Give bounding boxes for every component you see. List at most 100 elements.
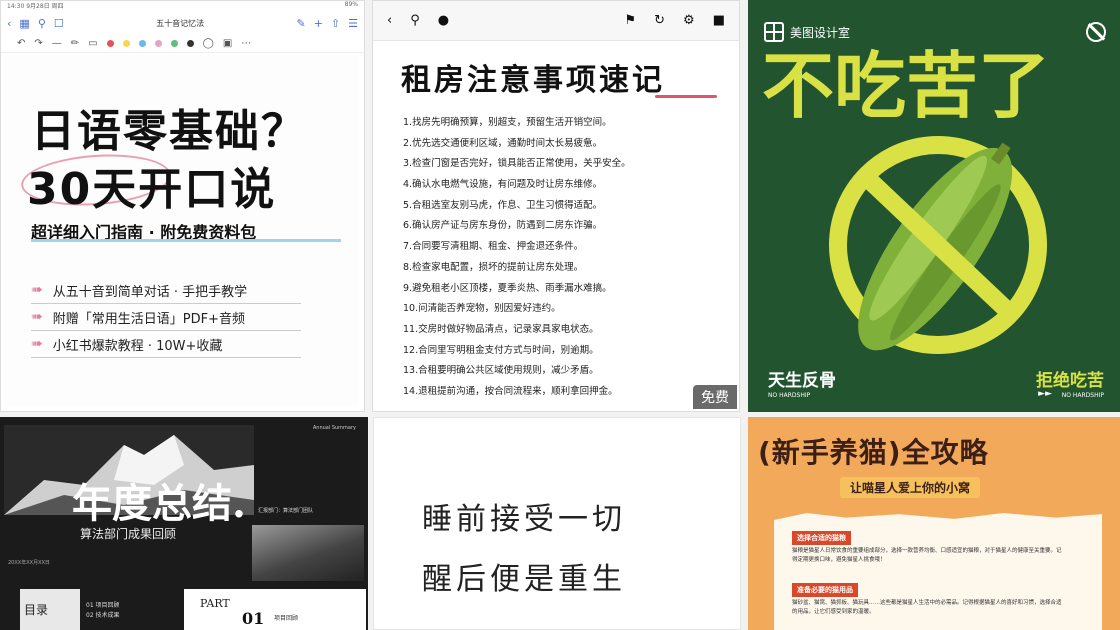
share-icon[interactable]: ⇧ <box>331 17 340 30</box>
jp-title-line2: 30天开口说 <box>27 164 277 215</box>
more-icon[interactable]: ⋯ <box>241 38 251 49</box>
note-app-toolbar: ‹ ▦ ⚲ ☐ 五十音记忆法 ✎ + ⇧ ☰ <box>1 11 364 35</box>
arrow-icon: ➠ <box>31 309 43 325</box>
cat-subtitle-badge: 让喵星人爱上你的小窝 <box>840 477 981 498</box>
road-photo <box>252 525 364 581</box>
section-body: 猫粮是猫星人日常饮食的重要组成部分，选择一款营养均衡、口感适宜的猫粮，对于猫星人… <box>792 548 1062 563</box>
annual-subtitle: 算法部门成果回顾 <box>80 527 177 541</box>
list-item: 4.确认水电燃气设施，有问题及时让房东维修。 <box>403 179 603 191</box>
note-card-rental[interactable]: ‹ ⚲ ● ⚑ ↻ ⚙ ■ 租房注意事项速记 1.找房先明确预算，别超支，预留生… <box>372 0 740 412</box>
status-battery: 89% <box>344 1 358 8</box>
doc-title: 五十音记忆法 <box>156 18 205 28</box>
eraser-icon[interactable]: ▭ <box>88 38 97 49</box>
bell-icon[interactable]: ● <box>438 13 449 28</box>
status-time: 14:30 9月28日 周四 <box>7 3 64 10</box>
color-red[interactable] <box>106 40 114 47</box>
list-item: 10.问清能否养宠物，别因爱好违约。 <box>403 303 561 315</box>
list-item: 12.合同里写明租金支付方式与时间，别逾期。 <box>403 344 599 356</box>
list-item: 7.合同要写清租期、租金、押金退还条件。 <box>403 241 584 253</box>
menu-icon[interactable]: ☰ <box>348 17 358 30</box>
grid-icon[interactable]: ▦ <box>19 17 29 30</box>
settings-icon[interactable]: ⚙ <box>683 13 695 28</box>
list-item: ➠ 小红书爆款教程 · 10W+收藏 <box>31 331 301 358</box>
annual-tag: Annual Summary <box>312 425 356 431</box>
list-item: 2.优先选交通便利区域，通勤时间太长易疲惫。 <box>403 137 603 149</box>
rental-title: 租房注意事项速记 <box>401 63 665 98</box>
department-text: 汇报部门：算法部门团队 <box>258 508 314 514</box>
note-grid: 14:30 9月28日 周四 89% ‹ ▦ ⚲ ☐ 五十音记忆法 ✎ + ⇧ … <box>0 0 1120 630</box>
brand-logo: 美图设计室 <box>764 22 850 42</box>
section-tag: 准备必要的猫用品 <box>792 583 858 597</box>
brand-grid-icon <box>764 22 784 42</box>
jp-title-line1: 日语零基础？ <box>31 106 307 157</box>
subtitle-underline <box>31 239 341 242</box>
back-icon[interactable]: ‹ <box>387 13 392 28</box>
line-tool-icon[interactable]: — <box>52 38 62 49</box>
toc-label: 目录 <box>24 603 49 617</box>
drawing-toolbar: ↶ ↷ — ✏ ▭ ◯ ▣ ⋯ <box>1 35 364 53</box>
ban-icon <box>1086 22 1106 42</box>
note-card-poster[interactable]: 美图设计室 不吃苦了 天生反骨 拒绝吃苦 NO HARDSHIP ►► NO H… <box>748 0 1120 412</box>
bitter-melon-ban-illustration <box>829 136 1047 354</box>
list-item: 1.找房先明确预算，别超支，预留生活开销空间。 <box>403 117 612 128</box>
free-badge: 免费 <box>693 385 737 409</box>
arrow-icon: ➠ <box>31 282 43 298</box>
annual-title: 年度总结. <box>72 480 246 527</box>
lock-icon[interactable]: ■ <box>713 13 725 28</box>
title-underline <box>655 95 717 98</box>
lasso-icon[interactable]: ◯ <box>203 38 214 49</box>
list-item: 5.合租选室友别马虎，作息、卫生习惯得适配。 <box>403 199 603 211</box>
fast-forward-icon: ►► <box>1038 389 1052 399</box>
list-item: 6.确认房产证与房东身份，防遇到二房东诈骗。 <box>403 220 603 232</box>
list-item: 3.检查门窗是否完好，锁具能否正常使用，关乎安全。 <box>403 158 631 170</box>
poster-title: 不吃苦了 <box>762 44 1051 128</box>
jp-item-list: ➠ 从五十音到简单对话 · 手把手教学 ➠ 附赠「常用生活日语」PDF+音频 ➠ 小红… <box>31 277 301 358</box>
undo-icon[interactable]: ↶ <box>17 38 25 49</box>
note-page: 日语零基础？ 30天开口说 超详细入门指南 · 附免费资料包 ➠ 从五十音到简单对… <box>7 55 359 407</box>
refresh-icon[interactable]: ↻ <box>654 13 665 28</box>
list-item: 9.避免租老小区顶楼，夏季炎热、雨季漏水难搞。 <box>403 282 612 294</box>
color-blue[interactable] <box>138 40 146 47</box>
redo-icon[interactable]: ↷ <box>34 38 42 49</box>
plus-icon[interactable]: + <box>314 17 323 30</box>
arrow-icon: ➠ <box>31 336 43 352</box>
flag-icon[interactable]: ⚑ <box>624 13 636 28</box>
quote-line2: 醒后便是重生 <box>422 562 626 597</box>
cat-title: (新手养猫)全攻略 <box>758 436 989 469</box>
paper-panel: 选择合适的猫粮 猫粮是猫星人日常饮食的重要组成部分，选择一款营养均衡、口感适宜的… <box>774 513 1102 630</box>
quote-line1: 睡前接受一切 <box>422 502 626 537</box>
list-item: 8.检查家电配置，损坏的提前让房东处理。 <box>403 261 584 273</box>
color-black[interactable] <box>186 40 194 47</box>
note-card-cat[interactable]: (新手养猫)全攻略 让喵星人爱上你的小窝 选择合适的猫粮 猫粮是猫星人日常饮食的… <box>748 417 1120 630</box>
slide-thumbnails: 目录 01 项目回顾 02 技术成果 PART 01 项目回顾 <box>4 587 366 630</box>
status-bar: 14:30 9月28日 周四 89% <box>1 1 364 11</box>
color-green[interactable] <box>170 40 178 47</box>
search-icon[interactable]: ⚲ <box>38 17 46 30</box>
toc-list: 01 项目回顾 02 技术成果 <box>86 602 120 619</box>
section-body: 猫砂盆、猫窝、猫抓板、猫玩具……这些都是猫星人生活中的必需品。记得根据猫星人的喜… <box>792 600 1062 615</box>
back-icon[interactable]: ‹ <box>7 17 11 30</box>
pencil-icon[interactable]: ✏ <box>71 38 79 49</box>
list-item: 14.退租提前沟通，按合同流程来，顺利拿回押金。 <box>403 385 618 397</box>
list-item: ➠ 从五十音到简单对话 · 手把手教学 <box>31 277 301 304</box>
color-yellow[interactable] <box>122 40 130 47</box>
list-item: ➠ 附赠「常用生活日语」PDF+音频 <box>31 304 301 331</box>
footer-left: NO HARDSHIP <box>768 392 811 399</box>
list-item: 13.合租要明确公共区域使用规则，减少矛盾。 <box>403 365 599 377</box>
image-icon[interactable]: ▣ <box>223 38 232 49</box>
reader-toolbar: ‹ ⚲ ● ⚑ ↻ ⚙ ■ <box>373 1 739 41</box>
note-card-quote[interactable]: 睡前接受一切 醒后便是重生 <box>373 417 741 630</box>
search-icon[interactable]: ⚲ <box>410 13 420 28</box>
brand-name: 美图设计室 <box>790 25 851 40</box>
note-card-annual[interactable]: Annual Summary 年度总结. 汇报部门：算法部门团队 算法部门成果回… <box>0 417 368 630</box>
bookmark-icon[interactable]: ☐ <box>54 17 64 30</box>
date-text: 20XX年XX月XX日 <box>8 560 50 566</box>
note-card-japanese[interactable]: 14:30 9月28日 周四 89% ‹ ▦ ⚲ ☐ 五十音记忆法 ✎ + ⇧ … <box>0 0 365 412</box>
right-caption: 拒绝吃苦 <box>1036 371 1104 391</box>
part-label: PART <box>200 597 230 610</box>
color-pink[interactable] <box>154 40 162 47</box>
part-item: 项目回顾 <box>274 615 299 622</box>
pen-icon[interactable]: ✎ <box>296 17 305 30</box>
footer-right: NO HARDSHIP <box>1061 392 1104 399</box>
left-caption: 天生反骨 <box>768 371 836 391</box>
